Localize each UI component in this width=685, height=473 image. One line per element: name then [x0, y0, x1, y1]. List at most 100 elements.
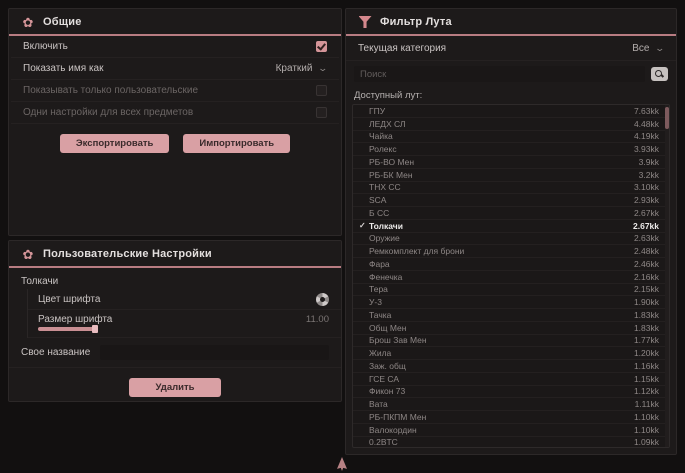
search-row — [346, 61, 676, 86]
loot-list-item[interactable]: ✓ РБ-ВО Мен 3.9kk — [353, 156, 669, 169]
loot-list-item[interactable]: ✓ SCA 2.93kk — [353, 194, 669, 207]
loot-item-name: Фенечка — [369, 272, 634, 282]
scrollbar — [665, 105, 669, 447]
custom-name-row: Свое название — [9, 338, 341, 368]
chevron-down-icon: ⌄ — [318, 64, 329, 73]
loot-item-name: ГПУ — [369, 106, 634, 116]
loot-item-value: 1.83kk — [634, 310, 659, 320]
name-display-select[interactable]: Краткий ⌄ — [276, 63, 327, 74]
enable-row: Включить — [11, 36, 339, 58]
loot-list-item[interactable]: ✓ ТНХ СС 3.10kk — [353, 182, 669, 195]
loot-item-name: РБ-БК Мен — [369, 170, 639, 180]
loot-item-value: 1.15kk — [634, 374, 659, 384]
custom-settings-header: ✿ Пользовательские Настройки — [9, 241, 341, 266]
loot-item-name: ЛЕДХ СЛ — [369, 119, 634, 129]
enable-checkbox[interactable] — [316, 41, 327, 52]
loot-list-item[interactable]: ✓ Вата 1.11kk — [353, 398, 669, 411]
loot-item-name: РБ-ВО Мен — [369, 157, 639, 167]
loot-list-item[interactable]: ✓ Тачка 1.83kk — [353, 309, 669, 322]
loot-list-item[interactable]: ✓ Тера 2.15kk — [353, 284, 669, 297]
loot-item-value: 1.20kk — [634, 348, 659, 358]
general-panel-header: ✿ Общие — [9, 9, 341, 34]
only-custom-checkbox[interactable] — [316, 85, 327, 96]
loot-list-item[interactable]: ✓ Ролекс 3.93kk — [353, 143, 669, 156]
font-color-label: Цвет шрифта — [38, 294, 100, 305]
settings-icon: ✿ — [21, 247, 35, 261]
search-icon — [655, 70, 664, 79]
font-color-row: Цвет шрифта — [28, 289, 341, 310]
category-select[interactable]: Все ⌄ — [632, 43, 664, 54]
loot-list-item[interactable]: ✓ РБ-БК Мен 3.2kk — [353, 169, 669, 182]
loot-list-item[interactable]: ✓ Заж. общ 1.16kk — [353, 360, 669, 373]
loot-item-name: Тачка — [369, 310, 634, 320]
export-button[interactable]: Экспортировать — [60, 134, 169, 153]
loot-item-name: РБ-ПКПМ Мен — [369, 412, 634, 422]
loot-list-item[interactable]: ✓ Общ Мен 1.83kk — [353, 322, 669, 335]
loot-item-name: Б СС — [369, 208, 634, 218]
loot-item-value: 2.63kk — [634, 233, 659, 243]
font-size-slider-wrap — [28, 325, 341, 338]
loot-list-item[interactable]: ✓ Валокордин 1.10kk — [353, 424, 669, 437]
loot-item-value: 1.90kk — [634, 297, 659, 307]
loot-list-item[interactable]: ✓ Фара 2.46kk — [353, 258, 669, 271]
loot-item-value: 2.48kk — [634, 246, 659, 256]
custom-name-input[interactable] — [100, 345, 329, 360]
loot-list-item[interactable]: ✓ 0.2BTC 1.09kk — [353, 437, 669, 449]
loot-list-item[interactable]: ✓ Б СС 2.67kk — [353, 207, 669, 220]
loot-list-item[interactable]: ✓ Брош Зав Мен 1.77kk — [353, 335, 669, 348]
loot-item-name: Фара — [369, 259, 634, 269]
loot-item-name: Вата — [369, 399, 635, 409]
loot-list-item[interactable]: ✓ РБ-ПКПМ Мен 1.10kk — [353, 411, 669, 424]
name-display-label: Показать имя как — [23, 63, 103, 74]
loot-item-name: 0.2BTC — [369, 437, 634, 447]
loot-list-item[interactable]: ✓ Жила 1.20kk — [353, 347, 669, 360]
loot-list-item[interactable]: ✓ Ремкомплект для брони 2.48kk — [353, 245, 669, 258]
loot-list-item[interactable]: ✓ Оружие 2.63kk — [353, 233, 669, 246]
scrollbar-thumb[interactable] — [665, 107, 669, 129]
import-button[interactable]: Импортировать — [183, 134, 290, 153]
loot-item-value: 3.10kk — [634, 182, 659, 192]
same-settings-checkbox[interactable] — [316, 107, 327, 118]
loot-item-name: Тера — [369, 284, 634, 294]
loot-item-value: 2.67kk — [633, 221, 659, 231]
loot-list-item[interactable]: ✓ Чайка 4.19kk — [353, 131, 669, 144]
loot-item-name: SCA — [369, 195, 634, 205]
loot-item-name: Жила — [369, 348, 634, 358]
name-display-value: Краткий — [276, 63, 313, 74]
gear-icon: ✿ — [21, 15, 35, 29]
loot-item-value: 3.93kk — [634, 144, 659, 154]
loot-item-name: Ролекс — [369, 144, 634, 154]
loot-item-value: 1.16kk — [634, 361, 659, 371]
mouse-cursor — [337, 457, 347, 471]
loot-item-name: Ремкомплект для брони — [369, 246, 634, 256]
search-button[interactable] — [651, 67, 668, 81]
loot-list-item[interactable]: ✓ Фикон 73 1.12kk — [353, 386, 669, 399]
loot-filter-title: Фильтр Лута — [380, 16, 452, 28]
loot-list-item[interactable]: ✓ ГПУ 7.63kk — [353, 105, 669, 118]
slider-thumb[interactable] — [92, 325, 98, 333]
category-label: Текущая категория — [358, 43, 446, 54]
funnel-icon — [358, 15, 372, 29]
chevron-down-icon: ⌄ — [655, 44, 666, 53]
loot-item-name: Оружие — [369, 233, 634, 243]
loot-list-item[interactable]: ✓ ЛЕДХ СЛ 4.48kk — [353, 118, 669, 131]
delete-button[interactable]: Удалить — [129, 378, 221, 397]
loot-list-item[interactable]: ✓ ГСЕ СА 1.15kk — [353, 373, 669, 386]
loot-item-name: У-3 — [369, 297, 634, 307]
search-input[interactable] — [354, 66, 645, 82]
loot-item-name: Толкачи — [369, 221, 633, 231]
color-wheel-icon[interactable] — [316, 293, 329, 306]
loot-item-value: 4.48kk — [634, 119, 659, 129]
same-settings-row: Одни настройки для всех предметов — [11, 102, 339, 124]
custom-name-label: Свое название — [21, 347, 90, 358]
loot-list-item[interactable]: ✓ У-3 1.90kk — [353, 296, 669, 309]
loot-list-item[interactable]: ✓ Толкачи 2.67kk — [353, 220, 669, 233]
loot-list-item[interactable]: ✓ Фенечка 2.16kk — [353, 271, 669, 284]
loot-item-value: 1.09kk — [634, 437, 659, 447]
loot-item-value: 1.77kk — [634, 335, 659, 345]
loot-item-value: 1.11kk — [635, 399, 659, 409]
loot-item-name: Брош Зав Мен — [369, 335, 634, 345]
font-size-slider[interactable] — [38, 327, 329, 331]
loot-item-value: 2.16kk — [634, 272, 659, 282]
loot-item-name: Общ Мен — [369, 323, 634, 333]
